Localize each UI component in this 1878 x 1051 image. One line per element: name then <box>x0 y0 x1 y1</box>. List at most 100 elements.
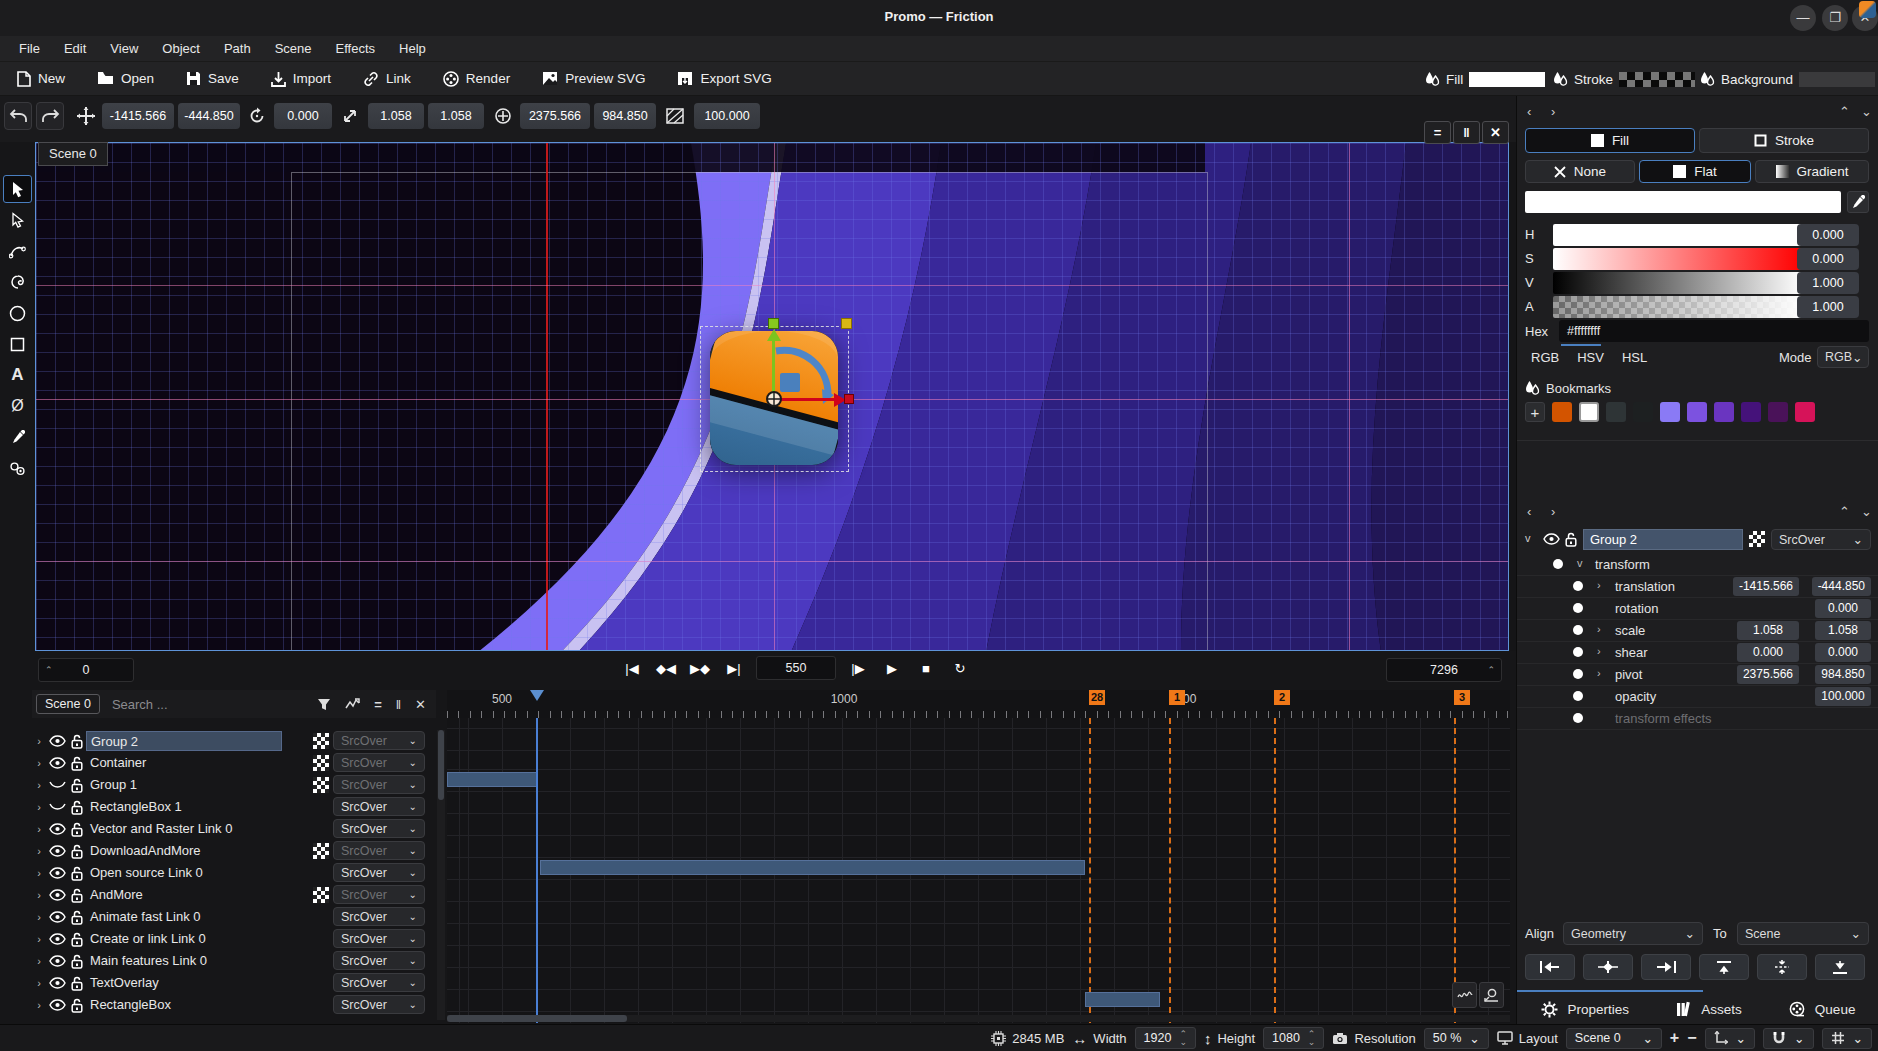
expand-chevron-icon[interactable]: › <box>32 735 46 747</box>
blend-mode-dropdown[interactable]: SrcOver⌄ <box>333 797 425 816</box>
align-hcenter-button[interactable] <box>1583 954 1633 980</box>
paint-flat-button[interactable]: Flat <box>1639 160 1751 183</box>
tab-rgb[interactable]: RGB <box>1531 350 1559 365</box>
graph-icon[interactable] <box>345 698 360 711</box>
bookmark-color-5[interactable] <box>1660 402 1680 422</box>
toolbar-button-preview-svg[interactable]: Preview SVG <box>532 66 655 91</box>
layer-name[interactable]: RectangleBox <box>86 995 282 1015</box>
tool-text[interactable]: A <box>3 361 32 389</box>
toolbar-button-export-svg[interactable]: Export SVG <box>667 66 781 91</box>
toolbar-button-open[interactable]: Open <box>87 66 164 91</box>
keyframe-dot[interactable] <box>1553 559 1563 569</box>
blend-mode-dropdown[interactable]: SrcOver⌄ <box>1771 529 1871 550</box>
layer-name[interactable]: Animate fast Link 0 <box>86 907 282 927</box>
resolution-dropdown[interactable]: 50 %⌄ <box>1424 1028 1489 1049</box>
duration-bar[interactable] <box>447 772 537 787</box>
property-label[interactable]: translation <box>1615 579 1675 594</box>
add-bookmark-button[interactable]: + <box>1525 402 1545 422</box>
timeline-ruler[interactable]: 5001000150028123 <box>447 690 1510 718</box>
filter-icon[interactable] <box>317 698 331 711</box>
remove-layout-button[interactable]: − <box>1687 1029 1696 1047</box>
keyframe-dot[interactable] <box>1573 581 1583 591</box>
menu-icon[interactable]: = <box>374 697 382 712</box>
stroke-indicator-swatch[interactable] <box>1619 72 1695 87</box>
toolbar-button-link[interactable]: Link <box>353 66 421 92</box>
expand-chevron-icon[interactable]: › <box>32 823 46 835</box>
property-label[interactable]: opacity <box>1615 689 1656 704</box>
layer-name[interactable]: TextOverlay <box>86 973 282 993</box>
expand-chevron-icon[interactable]: › <box>32 999 46 1011</box>
bookmark-color-10[interactable] <box>1795 402 1815 422</box>
bookmark-color-4[interactable] <box>1633 402 1653 422</box>
blend-mode-dropdown[interactable]: SrcOver⌄ <box>333 995 425 1014</box>
scale-handle-top[interactable] <box>768 318 779 329</box>
hex-input[interactable]: #ffffffff <box>1559 320 1869 342</box>
scale-y-field[interactable]: 1.058 <box>428 103 484 129</box>
blend-mode-dropdown[interactable]: SrcOver⌄ <box>333 775 425 794</box>
value-y[interactable]: 984.850 <box>1815 665 1871 684</box>
zoom-field[interactable]: 100.000 <box>694 103 760 129</box>
minimize-button[interactable]: — <box>1790 5 1816 31</box>
value-y[interactable]: 0.000 <box>1815 643 1871 662</box>
expand-chevron-icon[interactable]: › <box>32 977 46 989</box>
scale-x-field[interactable]: 1.058 <box>368 103 424 129</box>
expand-chevron-icon[interactable]: › <box>1597 645 1601 657</box>
value-x[interactable]: 2375.566 <box>1737 665 1799 684</box>
slider-value[interactable]: 1.000 <box>1797 272 1859 294</box>
layer-name[interactable]: DownloadAndMore <box>86 841 282 861</box>
slider-value[interactable]: 0.000 <box>1797 224 1859 246</box>
stop-button[interactable]: ■ <box>914 661 938 676</box>
lock-icon[interactable] <box>68 756 86 771</box>
lock-icon[interactable] <box>68 888 86 903</box>
track-grid[interactable] <box>447 718 1510 1023</box>
keyframe-dot[interactable] <box>1573 603 1583 613</box>
bookmark-color-3[interactable] <box>1606 402 1626 422</box>
next-keyframe-button[interactable]: ▶◆ <box>688 661 712 676</box>
menu-effects[interactable]: Effects <box>325 38 387 59</box>
menu-edit[interactable]: Edit <box>53 38 97 59</box>
layer-name[interactable]: Create or link Link 0 <box>86 929 282 949</box>
toolbar-button-render[interactable]: Render <box>433 66 520 92</box>
panel-tab-properties[interactable]: Properties <box>1541 1001 1630 1018</box>
property-label[interactable]: scale <box>1615 623 1645 638</box>
layer-name[interactable]: Group 1 <box>86 775 282 795</box>
canvas-scene-tab[interactable]: Scene 0 <box>38 142 108 166</box>
tree-forward-icon[interactable]: › <box>1551 504 1555 519</box>
canvas-menu-button[interactable]: = <box>1424 121 1451 144</box>
tool-null[interactable]: Ø <box>3 392 32 420</box>
value-y[interactable]: 1.058 <box>1815 621 1871 640</box>
slider-track[interactable] <box>1553 248 1803 270</box>
timeline-marker[interactable]: 3 <box>1454 690 1470 705</box>
keyframe-dot[interactable] <box>1573 625 1583 635</box>
timeline-marker[interactable]: 1 <box>1169 690 1185 705</box>
keyframe-dot[interactable] <box>1573 713 1583 723</box>
eye-open-icon[interactable] <box>46 757 68 769</box>
expand-chevron-icon[interactable]: › <box>32 757 46 769</box>
menu-path[interactable]: Path <box>213 38 262 59</box>
slider-track[interactable] <box>1553 224 1803 246</box>
blend-mode-dropdown[interactable]: SrcOver⌄ <box>333 929 425 948</box>
play-from-start-button[interactable]: |▶ <box>846 661 870 676</box>
tool-circle[interactable] <box>3 299 32 327</box>
search-input[interactable]: Search ... <box>112 697 168 712</box>
align-right-button[interactable] <box>1641 954 1691 980</box>
align-vcenter-button[interactable] <box>1757 954 1807 980</box>
expand-chevron-icon[interactable]: v <box>1577 557 1583 569</box>
prev-keyframe-button[interactable]: ◆◀ <box>654 661 678 676</box>
lock-icon[interactable] <box>68 778 86 793</box>
align-mode-dropdown[interactable]: Geometry⌄ <box>1563 922 1703 945</box>
add-layout-button[interactable]: + <box>1670 1029 1679 1047</box>
align-to-dropdown[interactable]: Scene⌄ <box>1737 922 1869 945</box>
pivot-x-field[interactable]: 2375.566 <box>520 103 590 129</box>
grid-dropdown[interactable]: ⌄ <box>1822 1028 1872 1049</box>
tab-hsl[interactable]: HSL <box>1622 350 1647 365</box>
layer-name[interactable]: Main features Link 0 <box>86 951 282 971</box>
eye-open-icon[interactable] <box>46 823 68 835</box>
loop-button[interactable]: ↻ <box>948 661 972 676</box>
graph-mode-button[interactable] <box>1452 982 1477 1008</box>
eye-open-icon[interactable] <box>46 977 68 989</box>
fill-indicator[interactable]: Fill <box>1425 62 1545 96</box>
keyframe-dot[interactable] <box>1573 647 1583 657</box>
toolbar-button-import[interactable]: Import <box>261 66 341 92</box>
frame-zoom-button[interactable] <box>1479 982 1504 1008</box>
